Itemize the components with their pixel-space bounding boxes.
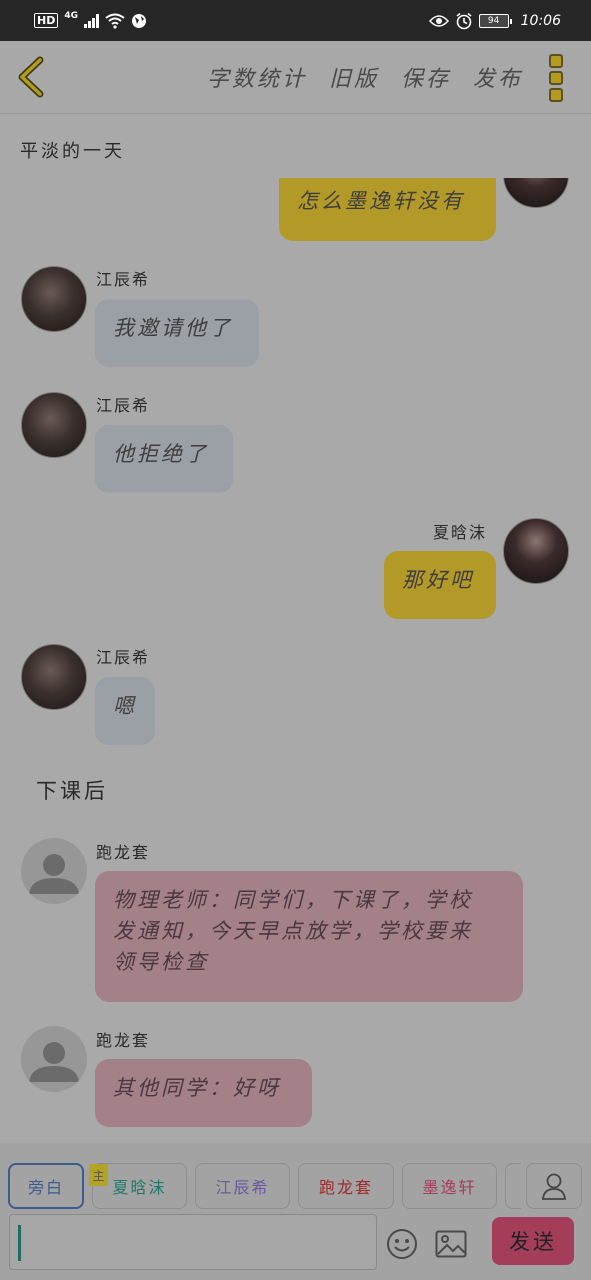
- menu-dot-icon: [549, 88, 563, 102]
- sender-name: 江辰希: [96, 270, 151, 289]
- message-bubble[interactable]: 其他同学：好呀: [95, 1059, 312, 1127]
- message-bubble[interactable]: 物理老师：同学们，下课了，学校 发通知，今天早点放学，学校要来 领导检查: [95, 871, 523, 1002]
- image-icon[interactable]: [435, 1230, 467, 1258]
- role-label: 江辰希: [215, 1178, 270, 1197]
- message-line: 物理老师：同学们，下课了，学校: [113, 888, 473, 912]
- more-menu-button[interactable]: [549, 54, 567, 102]
- header-actions: 字数统计 旧版 保存 发布: [207, 61, 523, 93]
- sender-name: 江辰希: [96, 648, 151, 667]
- role-mo-yixuan[interactable]: 墨逸轩: [402, 1163, 497, 1209]
- role-narrator[interactable]: 旁白: [8, 1163, 84, 1209]
- menu-dot-icon: [549, 54, 563, 68]
- menu-dot-icon: [549, 71, 563, 85]
- default-user-icon: [29, 1042, 79, 1082]
- emoji-icon[interactable]: [386, 1228, 418, 1260]
- message-bubble[interactable]: 他拒绝了: [95, 425, 233, 493]
- clock: 10:06: [520, 12, 561, 29]
- main-role-badge: 主: [89, 1164, 108, 1186]
- sender-name: 跑龙套: [96, 843, 151, 862]
- role-paolongtao[interactable]: 跑龙套: [298, 1163, 394, 1209]
- message-line: 发通知，今天早点放学，学校要来: [113, 919, 473, 943]
- avatar[interactable]: [21, 838, 87, 904]
- chat-area[interactable]: 怎么墨逸轩没有 江辰希 我邀请他了 江辰希 他拒绝了 夏晗沫 那好吧 江辰希 嗯…: [0, 178, 591, 1143]
- signal-icon: [84, 13, 99, 28]
- role-label: 夏晗沫: [112, 1178, 167, 1197]
- chevron-left-icon: [18, 56, 44, 98]
- person-icon: [542, 1173, 566, 1200]
- network-label: 4G: [64, 10, 78, 21]
- message-bubble[interactable]: 那好吧: [384, 551, 496, 619]
- sender-name: 江辰希: [96, 396, 151, 415]
- wifi-icon: [105, 13, 125, 29]
- message-bubble[interactable]: 嗯: [95, 677, 155, 745]
- avatar[interactable]: [503, 518, 569, 584]
- battery-level: 94: [487, 15, 500, 26]
- composer-bar: 旁白 夏晗沫 主 江辰希 跑龙套 墨逸轩 发送: [0, 1143, 591, 1280]
- role-label: 墨逸轩: [422, 1178, 477, 1197]
- word-count-button[interactable]: 字数统计: [207, 61, 307, 93]
- eye-icon: [428, 14, 449, 27]
- top-toolbar: 字数统计 旧版 保存 发布: [0, 41, 591, 114]
- text-cursor: [18, 1225, 21, 1261]
- role-more[interactable]: [505, 1163, 521, 1209]
- document-title[interactable]: 平淡的一天: [20, 137, 125, 163]
- role-label: 跑龙套: [318, 1178, 373, 1197]
- back-button[interactable]: [14, 55, 48, 99]
- alarm-icon: [456, 12, 472, 29]
- message-input[interactable]: [9, 1214, 377, 1270]
- publish-button[interactable]: 发布: [473, 61, 523, 93]
- role-label: 旁白: [27, 1178, 64, 1197]
- message-line: 领导检查: [113, 950, 209, 974]
- avatar[interactable]: [21, 266, 87, 332]
- avatar[interactable]: [21, 1026, 87, 1092]
- globe-icon: [132, 13, 146, 28]
- role-jiang-chenxi[interactable]: 江辰希: [195, 1163, 290, 1209]
- hd-badge: HD: [34, 13, 59, 28]
- old-version-button[interactable]: 旧版: [329, 61, 379, 93]
- narration-text[interactable]: 下课后: [36, 775, 108, 805]
- send-button[interactable]: 发送: [492, 1217, 574, 1265]
- sender-name: 跑龙套: [96, 1031, 151, 1050]
- save-button[interactable]: 保存: [401, 61, 451, 93]
- status-bar: HD 4G 94 10:06: [0, 0, 591, 41]
- add-role-button[interactable]: [526, 1163, 582, 1209]
- sender-name: 夏晗沫: [433, 523, 488, 542]
- default-user-icon: [29, 854, 79, 894]
- message-bubble[interactable]: 怎么墨逸轩没有: [279, 178, 496, 241]
- avatar[interactable]: [21, 392, 87, 458]
- battery-icon: 94: [478, 13, 512, 28]
- avatar[interactable]: [503, 178, 569, 208]
- avatar[interactable]: [21, 644, 87, 710]
- message-bubble[interactable]: 我邀请他了: [95, 299, 259, 367]
